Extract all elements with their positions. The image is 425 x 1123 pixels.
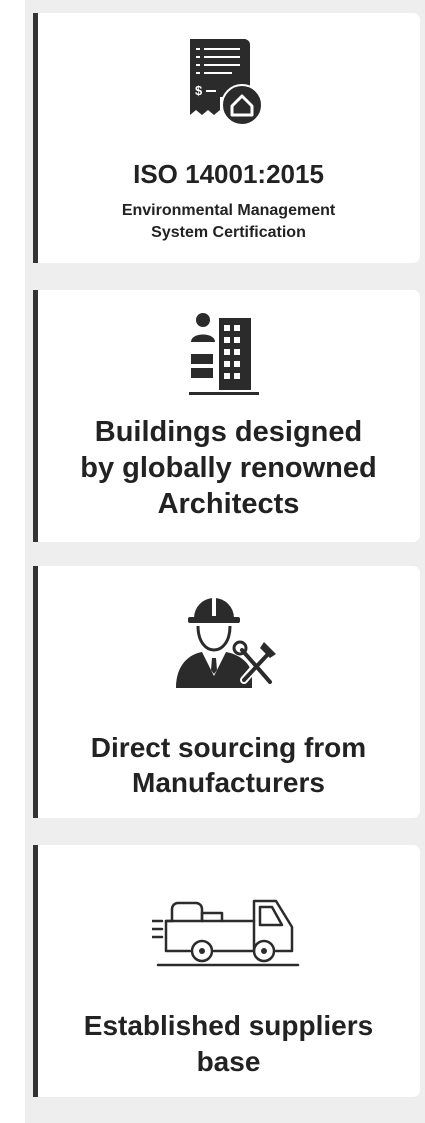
card-subtitle: Environmental Management System Certific… [45, 200, 412, 243]
card-accent-bar [33, 566, 38, 818]
certificate-house-icon: $ [189, 39, 263, 126]
card-subtitle-line: Environmental Management [121, 202, 336, 219]
card-title-line: Manufacturers [132, 767, 325, 798]
card-title-line: Buildings designed [94, 416, 363, 448]
card-title: Direct sourcing from Manufacturers [45, 730, 412, 800]
card-title-line: Architects [157, 487, 300, 520]
feature-card-suppliers: Established suppliers base [33, 845, 420, 1097]
card-title: Buildings designed by globally renowned … [45, 415, 412, 523]
feature-card-architects: Buildings designed by globally renowned … [33, 290, 420, 542]
delivery-truck-icon [151, 899, 299, 967]
card-title: Established suppliers base [45, 1008, 412, 1081]
card-title-line: Established suppliers [83, 1010, 374, 1041]
card-accent-bar [33, 290, 38, 542]
card-subtitle-line: System Certification [151, 223, 306, 241]
card-accent-bar [33, 845, 38, 1097]
card-title: ISO 14001:2015 [133, 159, 324, 189]
page: $ ISO 14001:2015 Environmental Managemen… [0, 0, 425, 1123]
feature-card-iso-certification: $ ISO 14001:2015 Environmental Managemen… [33, 13, 420, 263]
svg-text:$: $ [195, 83, 203, 98]
engineer-tools-icon [175, 596, 276, 688]
card-title-line: Direct sourcing from [90, 732, 367, 763]
feature-card-direct-sourcing: Direct sourcing from Manufacturers [33, 566, 420, 818]
card-title-line: base [196, 1046, 261, 1078]
architect-building-icon [188, 313, 259, 395]
card-title-line: by globally renowned [80, 451, 377, 484]
card-accent-bar [33, 13, 38, 263]
